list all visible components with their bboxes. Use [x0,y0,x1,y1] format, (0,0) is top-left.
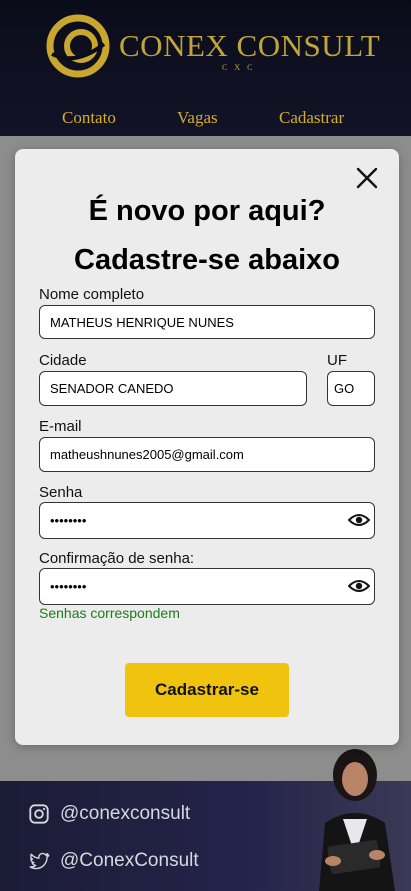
eye-icon[interactable] [348,578,370,594]
modal-subtitle: Cadastre-se abaixo [74,244,340,276]
eye-icon[interactable] [348,512,370,528]
close-icon[interactable] [355,166,379,190]
brand-sub: CXC [222,63,260,72]
password-label: Senha [39,484,83,501]
nav-contato[interactable]: Contato [62,108,116,128]
logo-icon [46,14,110,78]
twitter-icon [29,852,50,870]
uf-label: UF [327,352,347,369]
name-input[interactable]: MATHEUS HENRIQUE NUNES [39,305,375,339]
instagram-icon [29,804,49,824]
person-image [319,749,395,891]
instagram-handle: @conexconsult [60,803,191,824]
confirm-input[interactable]: •••••••• [39,568,375,605]
signup-modal: É novo por aqui? Cadastre-se abaixo Nome… [15,149,399,745]
nav-cadastrar[interactable]: Cadastrar [279,108,344,128]
confirm-label: Confirmação de senha: [39,550,195,567]
name-label: Nome completo [39,286,145,303]
header: CONEX CONSULT CXC Contato Vagas Cadastra… [0,0,411,136]
modal-title: É novo por aqui? [88,195,326,227]
password-input[interactable]: •••••••• [39,502,375,539]
twitter-link[interactable]: @ConexConsult [28,850,199,872]
nav-vagas[interactable]: Vagas [177,108,218,128]
twitter-handle: @ConexConsult [60,850,199,871]
password-match-message: Senhas correspondem [39,605,180,621]
brand-name: CONEX CONSULT [119,28,381,63]
email-input[interactable]: matheushnunes2005@gmail.com [39,437,375,472]
uf-input[interactable]: GO [327,371,375,406]
email-label: E-mail [39,418,82,435]
instagram-link[interactable]: @conexconsult [28,803,190,825]
city-input[interactable]: SENADOR CANEDO [39,371,307,406]
signup-button[interactable]: Cadastrar-se [125,663,289,717]
city-label: Cidade [39,352,87,369]
